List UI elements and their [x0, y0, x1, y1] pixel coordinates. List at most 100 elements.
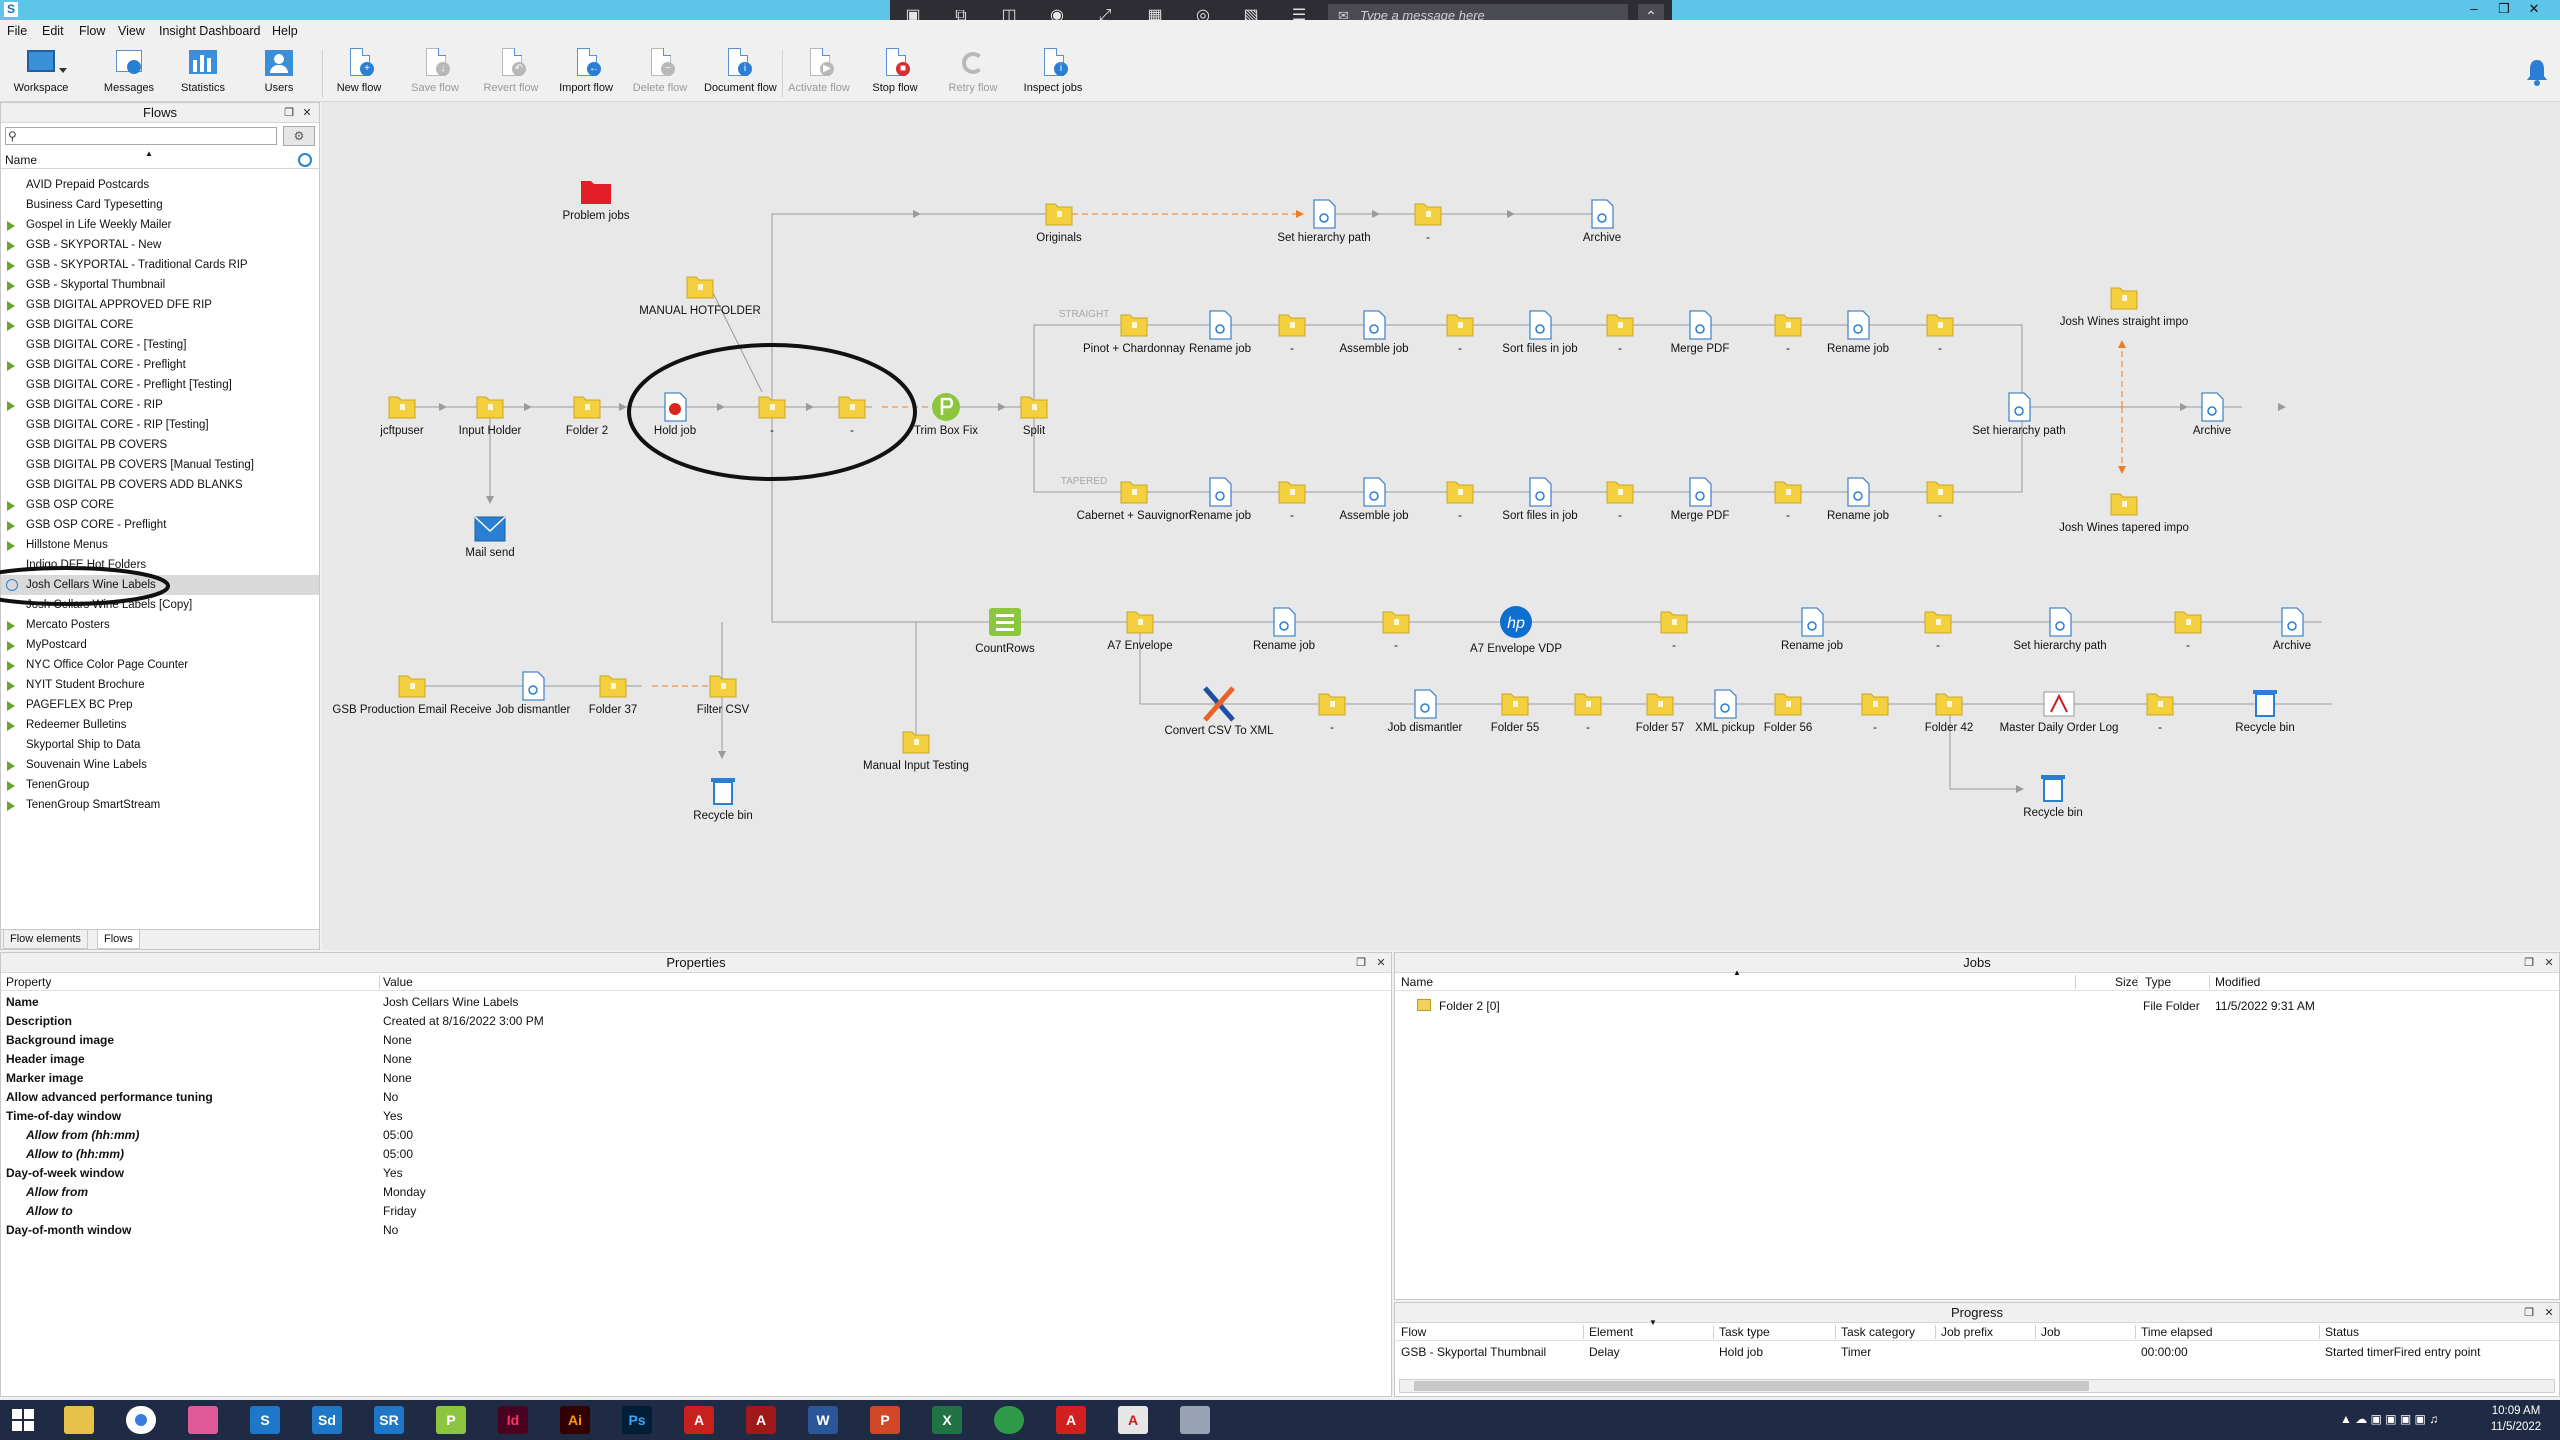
menu-file[interactable]: File: [7, 24, 27, 38]
property-value[interactable]: 05:00: [383, 1126, 413, 1145]
expand-triangle-icon[interactable]: [7, 681, 15, 691]
property-row[interactable]: Allow from Monday: [1, 1183, 1391, 1202]
flow-node[interactable]: -: [1774, 314, 1802, 355]
col-modified[interactable]: Modified: [2215, 975, 2260, 989]
flow-node[interactable]: Merge PDF: [1671, 310, 1730, 355]
flow-list-item[interactable]: GSB - Skyportal Thumbnail: [1, 275, 319, 295]
flow-node[interactable]: Folder 42: [1925, 693, 1974, 734]
flow-node[interactable]: -: [1446, 481, 1474, 522]
menu-flow[interactable]: Flow: [79, 24, 105, 38]
flow-node[interactable]: -: [838, 396, 866, 437]
stop-flow-button[interactable]: ■ Stop flow: [862, 46, 928, 100]
flow-node[interactable]: hp A7 Envelope VDP: [1470, 606, 1562, 655]
property-value[interactable]: No: [383, 1221, 398, 1240]
expand-triangle-icon[interactable]: [7, 721, 15, 731]
col-task-category[interactable]: Task category: [1841, 1325, 1915, 1339]
close-panel-icon[interactable]: ✕: [2541, 953, 2557, 973]
flow-node[interactable]: Rename job: [1827, 310, 1889, 355]
table-row[interactable]: GSB - Skyportal Thumbnail Delay Hold job…: [1395, 1343, 2559, 1361]
property-value[interactable]: Created at 8/16/2022 3:00 PM: [383, 1012, 544, 1031]
property-value[interactable]: Monday: [383, 1183, 426, 1202]
col-element[interactable]: Element: [1589, 1325, 1633, 1339]
flow-node[interactable]: Folder 2: [566, 396, 608, 437]
flow-node[interactable]: Set hierarchy path: [2013, 607, 2107, 652]
flow-node[interactable]: -: [1660, 611, 1688, 652]
close-panel-icon[interactable]: ✕: [299, 103, 315, 123]
flow-node[interactable]: Split: [1020, 396, 1048, 437]
workspace-button[interactable]: Workspace: [8, 46, 74, 100]
menu-insight-dashboard[interactable]: Insight Dashboard: [159, 24, 260, 38]
network-tool-icon[interactable]: [994, 1406, 1024, 1434]
indesign-icon[interactable]: Id: [498, 1406, 528, 1434]
flow-node[interactable]: XML pickup: [1695, 689, 1755, 734]
expand-triangle-icon[interactable]: [7, 661, 15, 671]
expand-triangle-icon[interactable]: [7, 401, 15, 411]
expand-triangle-icon[interactable]: [7, 521, 15, 531]
flow-node[interactable]: -: [1926, 481, 1954, 522]
flow-list-item[interactable]: Souvenain Wine Labels: [1, 755, 319, 775]
property-value[interactable]: None: [383, 1050, 412, 1069]
close-panel-icon[interactable]: ✕: [1373, 953, 1389, 973]
flow-list-item[interactable]: GSB DIGITAL APPROVED DFE RIP: [1, 295, 319, 315]
switch-designer-icon[interactable]: Sd: [312, 1406, 342, 1434]
flow-list-item[interactable]: Business Card Typesetting: [1, 195, 319, 215]
flow-list-item[interactable]: GSB - SKYPORTAL - New: [1, 235, 319, 255]
flow-node[interactable]: -: [1606, 314, 1634, 355]
col-job-prefix[interactable]: Job prefix: [1941, 1325, 1993, 1339]
col-time-elapsed[interactable]: Time elapsed: [2141, 1325, 2213, 1339]
property-row[interactable]: Background image None: [1, 1031, 1391, 1050]
expand-triangle-icon[interactable]: [7, 281, 15, 291]
activate-flow-button[interactable]: ▶ Activate flow: [786, 46, 852, 100]
flow-list-item[interactable]: GSB DIGITAL CORE - Preflight [Testing]: [1, 375, 319, 395]
flow-node[interactable]: Job dismantler: [1388, 689, 1463, 734]
flow-node[interactable]: Josh Wines straight impo: [2060, 287, 2188, 328]
flow-node[interactable]: -: [1414, 203, 1442, 244]
col-size[interactable]: Size: [2115, 975, 2138, 989]
acrobat-reader-icon[interactable]: A: [1056, 1406, 1086, 1434]
flow-list-item[interactable]: AVID Prepaid Postcards: [1, 175, 319, 195]
property-value[interactable]: None: [383, 1031, 412, 1050]
flow-node[interactable]: -: [2174, 611, 2202, 652]
expand-triangle-icon[interactable]: [7, 541, 15, 551]
col-status[interactable]: Status: [2325, 1325, 2359, 1339]
pdf-viewer-icon[interactable]: A: [1118, 1406, 1148, 1434]
flow-list-item[interactable]: GSB DIGITAL PB COVERS [Manual Testing]: [1, 455, 319, 475]
expand-triangle-icon[interactable]: [7, 361, 15, 371]
flow-list-item[interactable]: TenenGroup SmartStream: [1, 795, 319, 815]
file-explorer-icon[interactable]: [64, 1406, 94, 1434]
property-row[interactable]: Day-of-week window Yes: [1, 1164, 1391, 1183]
flow-node[interactable]: CountRows: [975, 608, 1035, 655]
flow-node[interactable]: -: [1926, 314, 1954, 355]
property-value[interactable]: Yes: [383, 1107, 403, 1126]
horizontal-scrollbar[interactable]: [1399, 1379, 2555, 1393]
flow-node[interactable]: -: [758, 396, 786, 437]
table-row[interactable]: Folder 2 [0] File Folder 11/5/2022 9:31 …: [1395, 997, 2559, 1017]
flow-node[interactable]: Folder 57: [1636, 693, 1685, 734]
flow-search-input[interactable]: [5, 127, 277, 145]
col-flow[interactable]: Flow: [1401, 1325, 1426, 1339]
flow-list-item[interactable]: MyPostcard: [1, 635, 319, 655]
property-value[interactable]: Yes: [383, 1164, 403, 1183]
float-panel-icon[interactable]: ❐: [2521, 1303, 2537, 1323]
acrobat-pro-icon[interactable]: A: [746, 1406, 776, 1434]
flow-node[interactable]: Assemble job: [1339, 477, 1409, 522]
flow-node[interactable]: Sort files in job: [1502, 477, 1578, 522]
refresh-icon[interactable]: [298, 153, 312, 167]
acrobat-icon[interactable]: A: [684, 1406, 714, 1434]
property-row[interactable]: Name Josh Cellars Wine Labels: [1, 993, 1391, 1012]
inspect-jobs-button[interactable]: i Inspect jobs: [1020, 46, 1086, 100]
flow-node[interactable]: Mail send: [465, 516, 515, 559]
property-row[interactable]: Time-of-day window Yes: [1, 1107, 1391, 1126]
expand-triangle-icon[interactable]: [7, 221, 15, 231]
flow-list-item[interactable]: GSB OSP CORE - Preflight: [1, 515, 319, 535]
tab-flow-elements[interactable]: Flow elements: [3, 930, 88, 949]
flows-list-header[interactable]: Name ▲: [1, 149, 319, 169]
statistics-button[interactable]: Statistics: [170, 46, 236, 100]
flow-node[interactable]: STRAIGHT: [1059, 309, 1110, 320]
property-value[interactable]: Friday: [383, 1202, 416, 1221]
excel-icon[interactable]: X: [932, 1406, 962, 1434]
flow-node[interactable]: Convert CSV To XML: [1164, 686, 1274, 737]
flow-list-item[interactable]: GSB DIGITAL CORE - Preflight: [1, 355, 319, 375]
flow-node[interactable]: Master Daily Order Log: [2000, 691, 2119, 734]
flow-node[interactable]: Folder 55: [1491, 693, 1540, 734]
